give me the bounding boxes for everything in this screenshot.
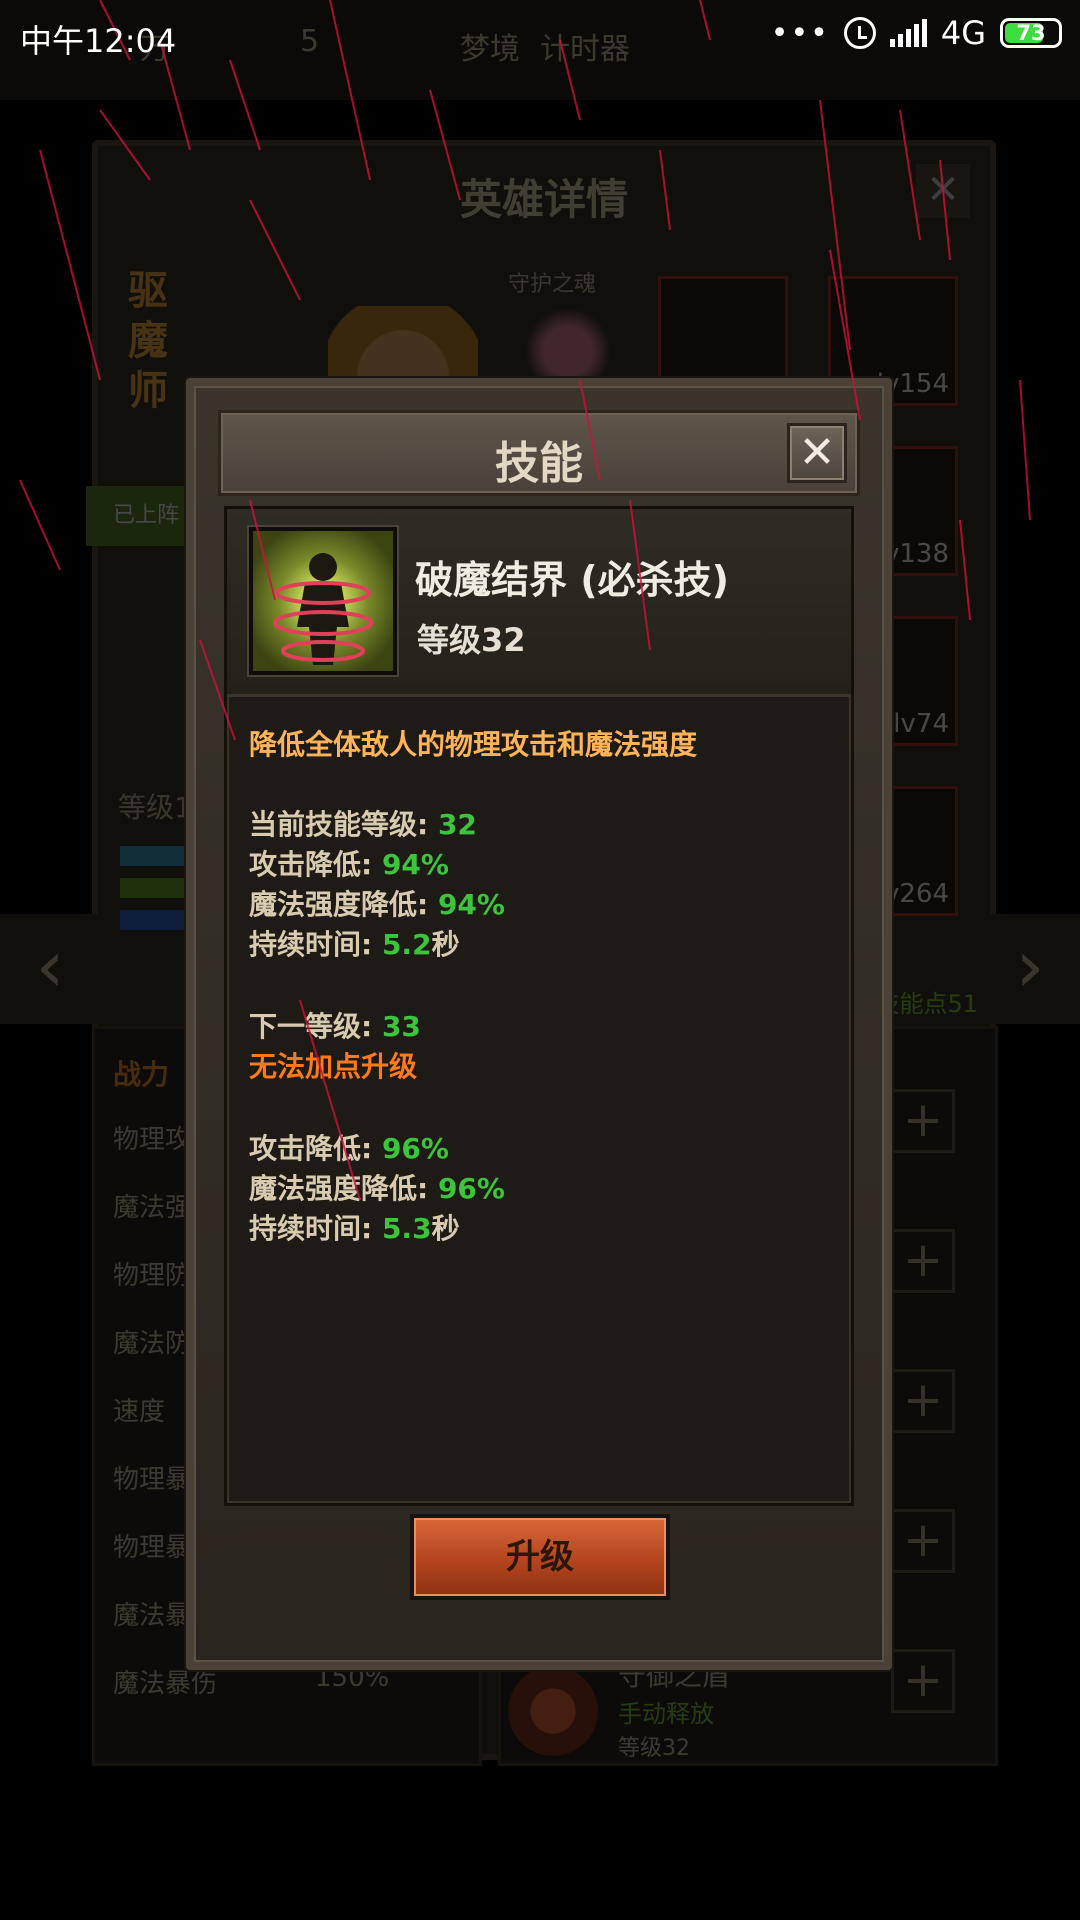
next-magic-value: 96% bbox=[437, 1172, 505, 1205]
mp-bar bbox=[120, 910, 190, 930]
current-duration-label: 持续时间: bbox=[249, 928, 382, 961]
alarm-icon bbox=[843, 17, 876, 49]
add-skill-point-button[interactable]: + bbox=[891, 1089, 955, 1153]
more-icon: ••• bbox=[770, 15, 830, 51]
next-hero-button[interactable]: › bbox=[980, 914, 1080, 1024]
skill-level: 等级32 bbox=[417, 621, 526, 659]
stat-label: 魔法强 bbox=[113, 1193, 192, 1223]
signal-icon bbox=[889, 19, 927, 47]
skill-icon bbox=[249, 527, 397, 675]
skill-dialog: 技能 ✕ 破魔结界 (必杀技) 等级32 降低全体敌人的物理攻击和魔法强度 当前… bbox=[186, 378, 892, 1670]
upgrade-warning: 无法加点升级 bbox=[249, 1050, 418, 1083]
next-duration-value: 5.3 bbox=[381, 1212, 432, 1245]
hero-panel-title: 英雄详情 bbox=[459, 175, 628, 224]
prev-hero-button[interactable]: ‹ bbox=[0, 914, 100, 1024]
current-magic-line: 魔法强度降低: 94% bbox=[249, 883, 505, 923]
close-button[interactable]: ✕ bbox=[787, 423, 847, 483]
next-duration-line: 持续时间: 5.3秒 bbox=[249, 1207, 460, 1247]
current-level-line: 当前技能等级: 32 bbox=[249, 803, 477, 843]
next-attack-label: 攻击降低: bbox=[249, 1132, 382, 1165]
hp-bar bbox=[120, 878, 190, 898]
next-level-label: 下一等级: bbox=[249, 1010, 382, 1043]
next-attack-value: 96% bbox=[381, 1132, 449, 1165]
current-magic-value: 94% bbox=[437, 888, 505, 921]
skill-mode: 手动释放 bbox=[618, 1700, 714, 1728]
game-screen: 万 5 梦境 计时器 英雄详情 ✕ 驱魔师 守护之魂 lv154 lv138 l… bbox=[0, 0, 1080, 1920]
battery-icon: 73 bbox=[1000, 18, 1062, 48]
next-level-line: 下一等级: 33 bbox=[249, 1005, 421, 1045]
next-duration-label: 持续时间: bbox=[249, 1212, 382, 1245]
add-skill-point-button[interactable]: + bbox=[891, 1509, 955, 1573]
shield-skill-icon bbox=[508, 1666, 598, 1756]
skill-description: 降低全体敌人的物理攻击和魔法强度 bbox=[249, 728, 698, 761]
current-attack-value: 94% bbox=[381, 848, 449, 881]
power-label: 战力 bbox=[113, 1058, 170, 1091]
stat-label: 物理暴 bbox=[113, 1533, 192, 1563]
next-magic-label: 魔法强度降低: bbox=[249, 1172, 438, 1205]
guardian-label: 守护之魂 bbox=[508, 272, 597, 297]
dialog-footer: 升级 bbox=[224, 1514, 854, 1620]
current-level-value: 32 bbox=[437, 808, 477, 841]
current-magic-label: 魔法强度降低: bbox=[249, 888, 438, 921]
add-skill-point-button[interactable]: + bbox=[891, 1649, 955, 1713]
upgrade-button[interactable]: 升级 bbox=[410, 1514, 670, 1600]
skill-info-body: 破魔结界 (必杀技) 等级32 降低全体敌人的物理攻击和魔法强度 当前技能等级:… bbox=[224, 506, 854, 1506]
status-bar: 中午12:04 ••• 4G 73 bbox=[0, 0, 1080, 76]
exp-bar bbox=[120, 846, 190, 866]
current-duration-unit: 秒 bbox=[431, 928, 460, 961]
stat-label: 物理暴 bbox=[113, 1465, 192, 1495]
stat-label: 物理攻 bbox=[113, 1125, 192, 1155]
hero-level-label: 等级1 bbox=[118, 791, 192, 824]
current-attack-line: 攻击降低: 94% bbox=[249, 843, 449, 883]
add-skill-point-button[interactable]: + bbox=[891, 1369, 955, 1433]
hero-panel-close-button[interactable]: ✕ bbox=[916, 164, 970, 218]
current-duration-line: 持续时间: 5.2秒 bbox=[249, 923, 460, 963]
status-time: 中午12:04 bbox=[20, 22, 177, 60]
stat-label: 魔法防 bbox=[113, 1329, 192, 1359]
status-icons: ••• 4G 73 bbox=[771, 14, 1062, 52]
skill-level: 等级32 bbox=[618, 1736, 690, 1761]
close-icon: ✕ bbox=[798, 427, 836, 478]
current-attack-label: 攻击降低: bbox=[249, 848, 382, 881]
battery-level: 73 bbox=[1016, 21, 1046, 45]
stat-label: 速度 bbox=[113, 1397, 166, 1427]
stat-label: 物理防 bbox=[113, 1261, 192, 1291]
next-duration-unit: 秒 bbox=[431, 1212, 460, 1245]
dialog-header: 技能 ✕ bbox=[218, 410, 860, 496]
hero-class-label: 驱魔师 bbox=[128, 268, 168, 414]
dialog-title: 技能 bbox=[495, 438, 583, 489]
network-label: 4G bbox=[940, 14, 986, 52]
skill-name: 破魔结界 (必杀技) bbox=[415, 558, 729, 602]
add-skill-point-button[interactable]: + bbox=[891, 1229, 955, 1293]
next-magic-line: 魔法强度降低: 96% bbox=[249, 1167, 505, 1207]
current-level-label: 当前技能等级: bbox=[249, 808, 438, 841]
next-level-value: 33 bbox=[381, 1010, 421, 1043]
current-duration-value: 5.2 bbox=[381, 928, 432, 961]
skill-header: 破魔结界 (必杀技) 等级32 bbox=[227, 509, 851, 697]
stat-label: 魔法暴 bbox=[113, 1601, 192, 1631]
next-attack-line: 攻击降低: 96% bbox=[249, 1127, 449, 1167]
